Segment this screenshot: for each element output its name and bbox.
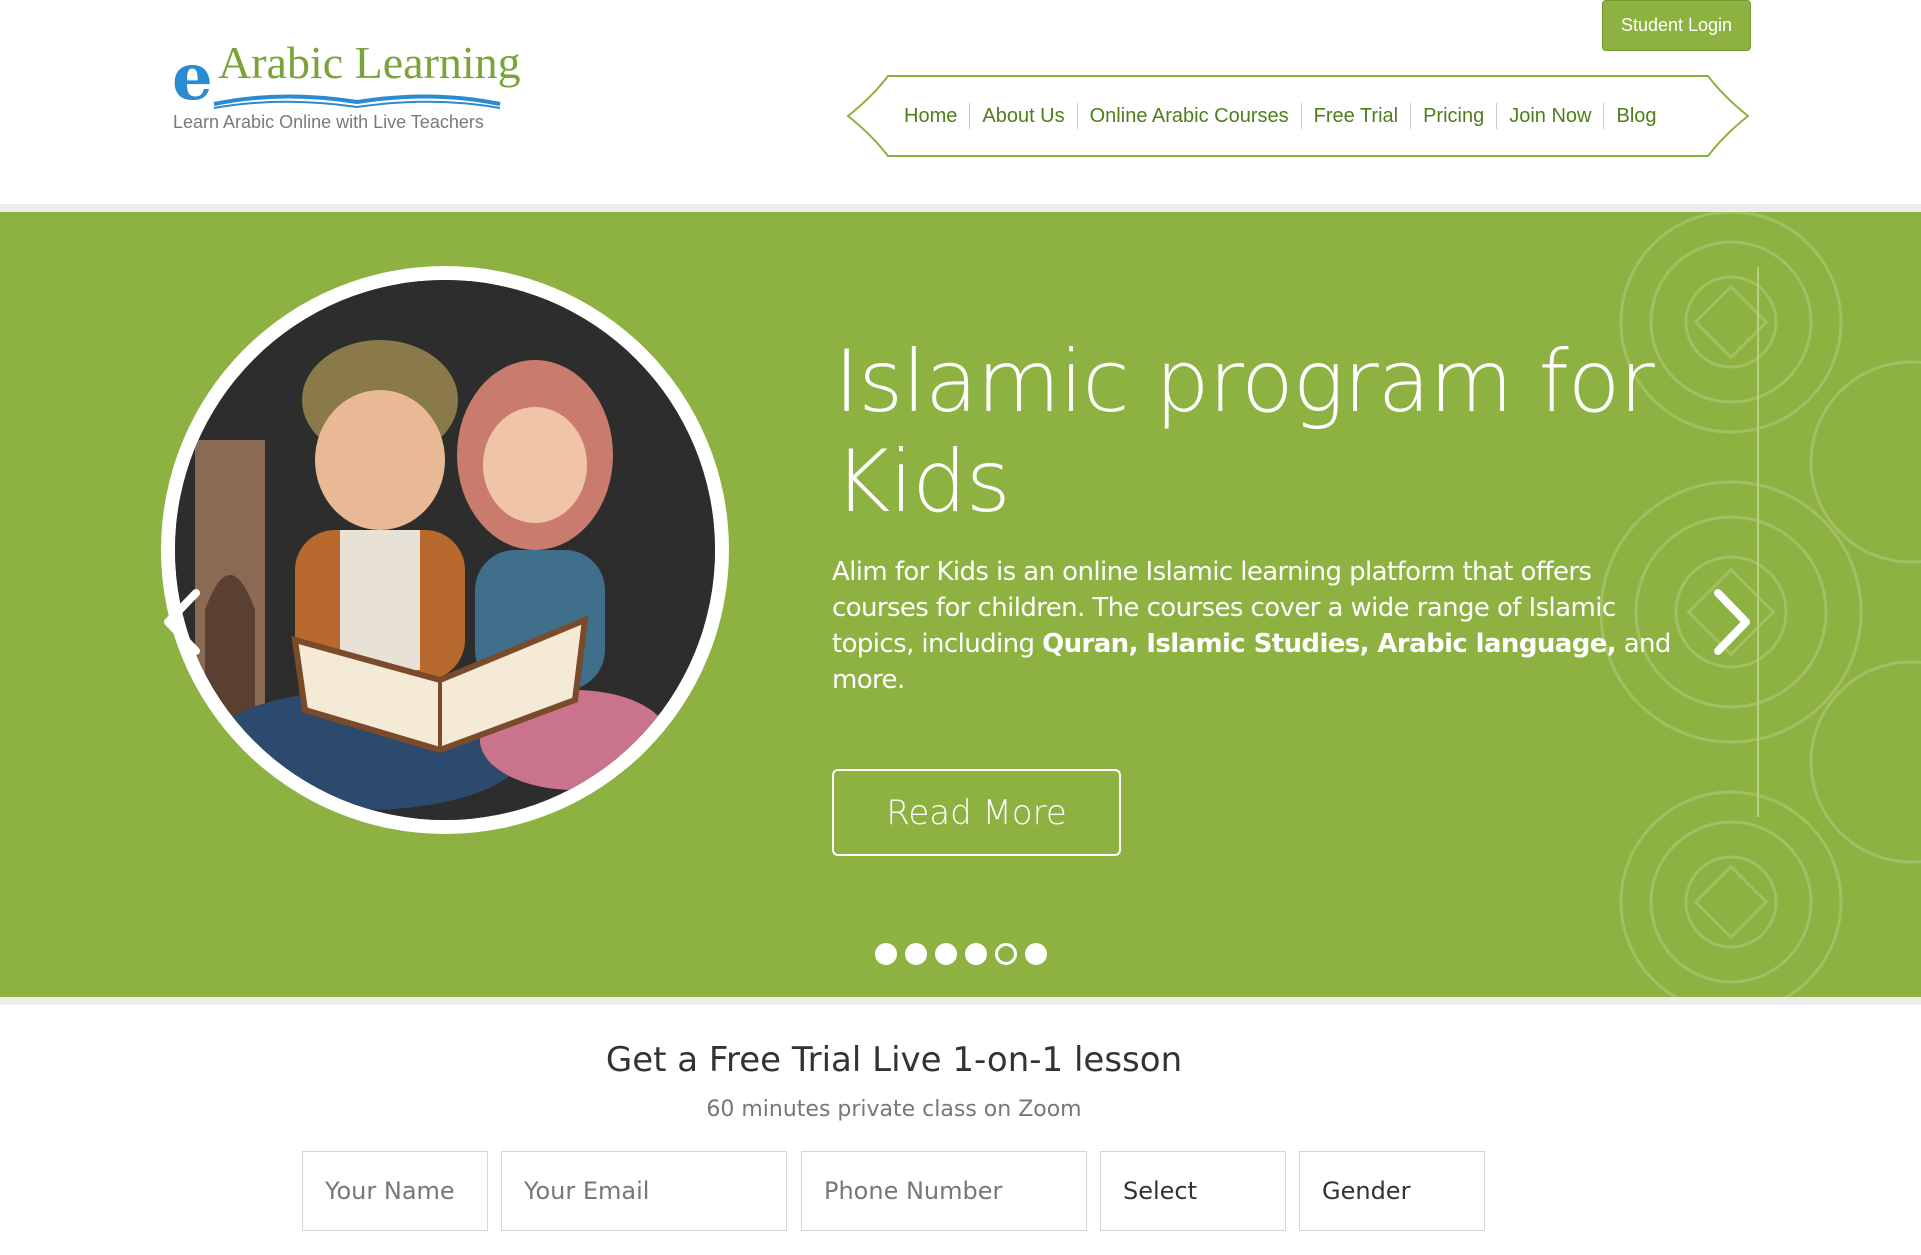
site-header: e Arabic Learning Learn Arabic Online wi…: [0, 0, 1921, 204]
nav-free-trial[interactable]: Free Trial: [1300, 103, 1410, 129]
trial-subtitle: 60 minutes private class on Zoom: [706, 1097, 1082, 1122]
slider-dot[interactable]: [965, 943, 987, 965]
nav-online-arabic-courses[interactable]: Online Arabic Courses: [1076, 103, 1301, 129]
hero-kids-reading-image: [175, 280, 715, 820]
slider-dot[interactable]: [905, 943, 927, 965]
slider-prev-arrow-icon[interactable]: [160, 587, 202, 657]
slider-dot[interactable]: [875, 943, 897, 965]
hero-title: Islamic program for Kids: [834, 332, 1655, 532]
name-input[interactable]: [325, 1177, 465, 1205]
slider-dot[interactable]: [995, 943, 1017, 965]
hero-divider-line: [1757, 267, 1759, 817]
hero-divider: [0, 997, 1921, 1005]
name-field[interactable]: [302, 1151, 488, 1231]
gender-select-value: Gender: [1322, 1177, 1411, 1205]
nav-join-now[interactable]: Join Now: [1496, 103, 1603, 129]
hero-description-highlight: Quran, Islamic Studies, Arabic language,: [1042, 629, 1617, 659]
phone-input[interactable]: [824, 1177, 1064, 1205]
kids-reading-illustration-icon: [175, 280, 715, 820]
phone-field[interactable]: [801, 1151, 1087, 1231]
email-input[interactable]: [524, 1177, 764, 1205]
course-select-value: Select: [1123, 1177, 1198, 1205]
gender-select[interactable]: Gender: [1299, 1151, 1485, 1231]
slider-dot[interactable]: [935, 943, 957, 965]
nav-home[interactable]: Home: [892, 103, 969, 129]
hero-description: Alim for Kids is an online Islamic learn…: [832, 554, 1692, 698]
nav-about-us[interactable]: About Us: [969, 103, 1076, 129]
logo-letter: e: [172, 40, 213, 115]
slider-next-arrow-icon[interactable]: [1712, 587, 1754, 657]
site-logo[interactable]: e Arabic Learning Learn Arabic Online wi…: [172, 36, 521, 136]
hero-slider: Islamic program for Kids Alim for Kids i…: [0, 212, 1921, 997]
trial-title: Get a Free Trial Live 1-on-1 lesson: [605, 1040, 1183, 1080]
nav-blog[interactable]: Blog: [1603, 103, 1668, 129]
slider-pagination: [875, 943, 1047, 965]
course-select[interactable]: Select: [1100, 1151, 1286, 1231]
email-field[interactable]: [501, 1151, 787, 1231]
main-nav: Home About Us Online Arabic Courses Free…: [892, 96, 1669, 136]
logo-name: Arabic Learning: [218, 37, 521, 88]
logo-book-swoosh-icon: [213, 94, 501, 109]
slider-dot[interactable]: [1025, 943, 1047, 965]
hero-image-frame: [161, 266, 729, 834]
logo-tagline: Learn Arabic Online with Live Teachers: [173, 112, 484, 132]
nav-pricing[interactable]: Pricing: [1410, 103, 1496, 129]
read-more-button[interactable]: Read More: [832, 769, 1121, 856]
header-divider: [0, 204, 1921, 212]
student-login-button[interactable]: Student Login: [1602, 0, 1751, 51]
